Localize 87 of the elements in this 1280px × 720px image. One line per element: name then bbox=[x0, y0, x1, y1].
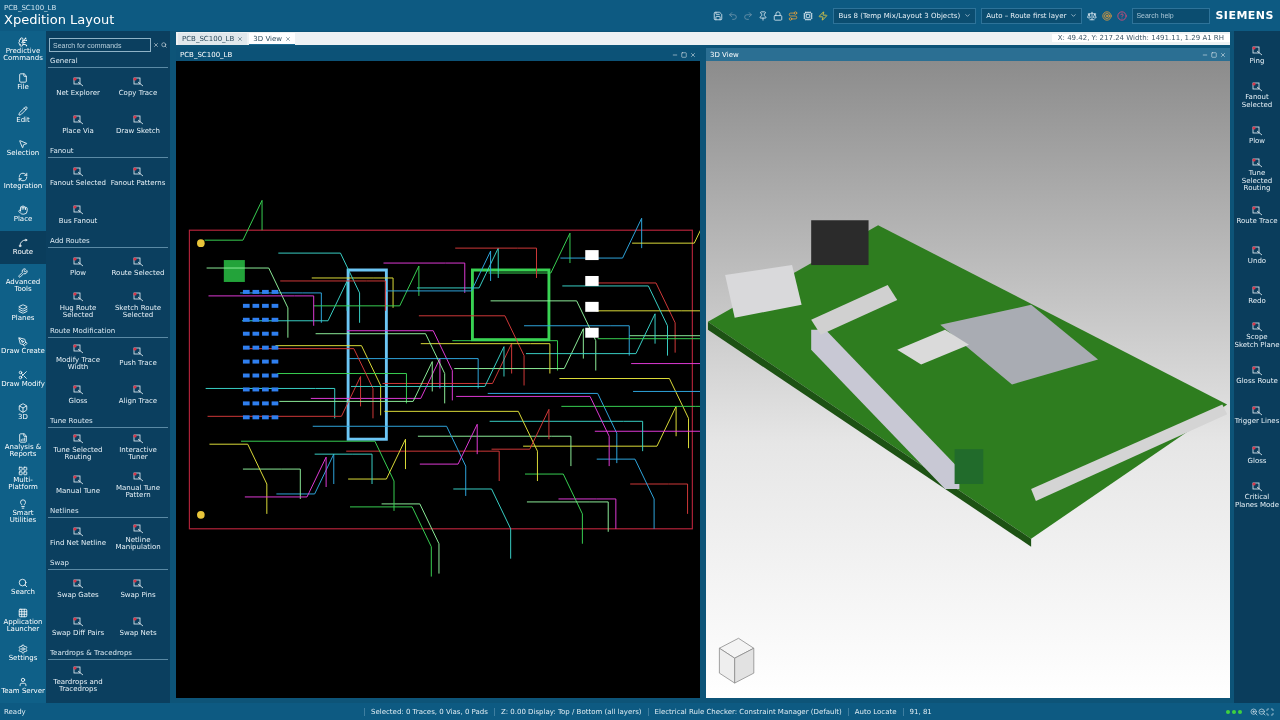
command-icon bbox=[72, 384, 84, 397]
pointer-icon bbox=[18, 139, 28, 150]
undo-icon[interactable] bbox=[728, 10, 739, 21]
layers-icon bbox=[18, 304, 28, 315]
wrench-icon bbox=[18, 267, 28, 278]
command-icon bbox=[132, 346, 144, 359]
orientation-cube-icon[interactable] bbox=[719, 637, 755, 684]
pin-icon[interactable] bbox=[758, 10, 769, 21]
command-icon bbox=[72, 290, 84, 303]
hand-icon bbox=[18, 205, 28, 216]
close-icon[interactable] bbox=[285, 35, 291, 42]
command-icon bbox=[72, 616, 84, 629]
command-icon bbox=[72, 474, 84, 487]
command-icon bbox=[72, 578, 84, 591]
command-icon bbox=[1251, 44, 1263, 57]
zoom-in-icon[interactable] bbox=[1250, 707, 1258, 716]
route-icon[interactable] bbox=[788, 10, 799, 21]
minimize-icon[interactable] bbox=[1202, 51, 1208, 58]
command-icon bbox=[132, 384, 144, 397]
chip-icon[interactable] bbox=[803, 10, 814, 21]
lightning-icon[interactable] bbox=[818, 10, 829, 21]
3d-board-drawing[interactable] bbox=[706, 61, 1230, 698]
save-icon[interactable] bbox=[713, 10, 724, 21]
command-icon bbox=[1251, 404, 1263, 417]
command-icon bbox=[1251, 81, 1263, 93]
fit-view-icon[interactable] bbox=[1266, 707, 1274, 716]
user-icon bbox=[18, 677, 28, 688]
window-title: Xpedition Layout bbox=[4, 11, 116, 28]
app-grid-icon bbox=[18, 607, 28, 618]
minimize-icon[interactable] bbox=[672, 51, 678, 58]
command-icon bbox=[72, 76, 84, 89]
command-icon bbox=[132, 166, 144, 179]
target-icon[interactable] bbox=[1102, 10, 1113, 21]
command-icon bbox=[72, 166, 84, 179]
status-light-icon bbox=[1226, 709, 1230, 714]
command-icon bbox=[72, 342, 84, 355]
maximize-icon[interactable] bbox=[1211, 51, 1217, 58]
command-icon bbox=[1251, 124, 1263, 137]
brand-logo: SIEMENS bbox=[1215, 9, 1274, 22]
command-icon bbox=[132, 114, 144, 127]
pencil-icon bbox=[18, 106, 28, 117]
command-icon bbox=[132, 470, 144, 483]
pcb-layout-drawing[interactable] bbox=[176, 61, 700, 698]
command-icon bbox=[1251, 364, 1263, 377]
command-icon bbox=[72, 204, 84, 217]
command-icon bbox=[132, 256, 144, 269]
command-icon bbox=[1251, 244, 1263, 257]
scissors-icon bbox=[18, 370, 28, 381]
command-icon bbox=[1251, 321, 1263, 333]
pen-icon bbox=[18, 337, 28, 348]
command-icon bbox=[72, 664, 84, 677]
command-icon bbox=[72, 432, 84, 445]
bulb-icon bbox=[18, 498, 28, 509]
lock-icon[interactable] bbox=[773, 10, 784, 21]
brain-icon bbox=[18, 36, 28, 47]
cube-icon bbox=[18, 403, 28, 414]
command-icon bbox=[72, 256, 84, 269]
command-icon bbox=[1251, 481, 1263, 493]
refresh-icon bbox=[18, 172, 28, 183]
redo-icon[interactable] bbox=[743, 10, 754, 21]
file-icon bbox=[18, 73, 28, 84]
command-icon bbox=[132, 616, 144, 629]
status-light-icon bbox=[1232, 709, 1236, 714]
maximize-icon[interactable] bbox=[681, 51, 687, 58]
command-icon bbox=[132, 578, 144, 591]
command-icon bbox=[1251, 157, 1263, 170]
clear-icon[interactable] bbox=[153, 42, 159, 48]
command-icon bbox=[1251, 444, 1263, 457]
command-icon bbox=[1251, 284, 1263, 297]
command-icon bbox=[1251, 204, 1263, 217]
caret-icon bbox=[1070, 12, 1078, 19]
command-icon bbox=[132, 76, 144, 89]
search-icon[interactable] bbox=[161, 42, 167, 48]
scale-icon[interactable] bbox=[1087, 10, 1098, 21]
command-icon bbox=[132, 290, 144, 303]
close-icon[interactable] bbox=[237, 35, 244, 42]
zoom-out-icon[interactable] bbox=[1258, 707, 1266, 716]
command-icon bbox=[72, 526, 84, 539]
command-icon bbox=[132, 522, 144, 535]
report-icon bbox=[18, 432, 28, 443]
settings-icon bbox=[18, 644, 28, 655]
route-icon bbox=[18, 238, 28, 249]
status-light-icon bbox=[1238, 709, 1242, 714]
command-icon bbox=[132, 432, 144, 445]
search-icon bbox=[18, 578, 28, 589]
command-icon bbox=[72, 114, 84, 127]
caret-icon bbox=[964, 12, 972, 19]
